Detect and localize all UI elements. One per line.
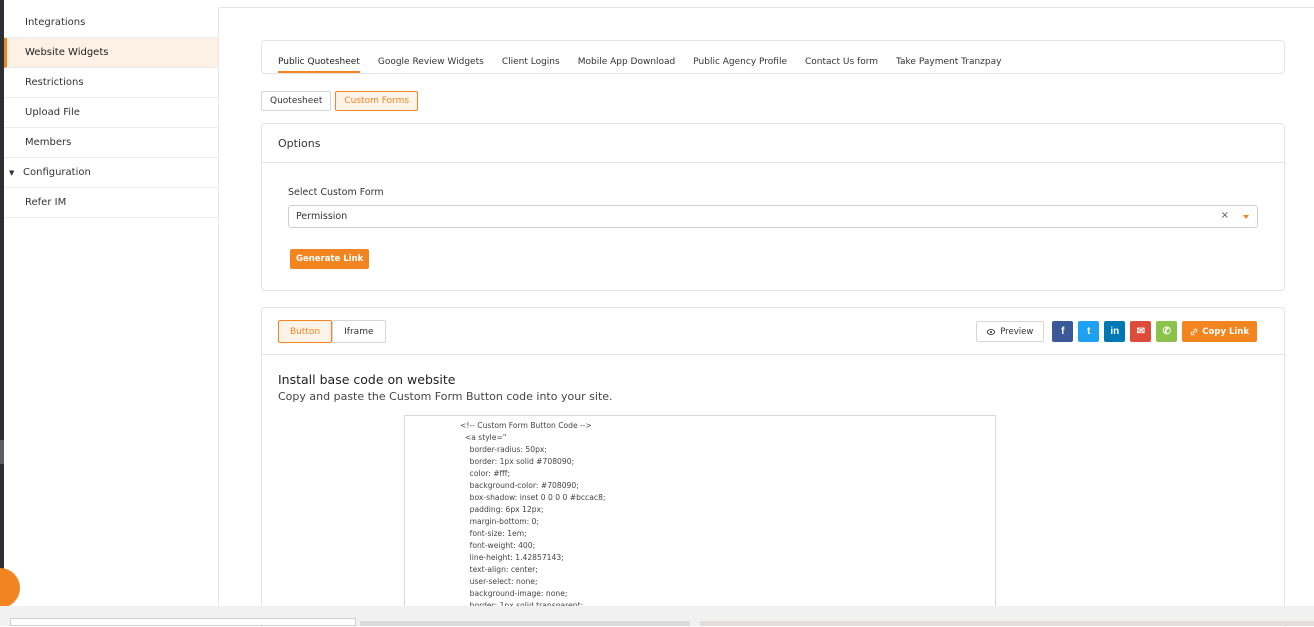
preview-button[interactable]: Preview xyxy=(976,321,1045,342)
share-toolbar: Preview f t in ✉ ✆ Copy Link xyxy=(976,321,1257,342)
sidebar-item-members[interactable]: Members xyxy=(4,128,218,158)
generate-link-button[interactable]: Generate Link xyxy=(290,249,370,269)
sidebar-item-label: Configuration xyxy=(23,167,91,178)
copy-link-label: Copy Link xyxy=(1202,326,1249,337)
twitter-share-icon[interactable]: t xyxy=(1078,321,1100,342)
tab-contact-us-form[interactable]: Contact Us form xyxy=(805,57,878,73)
tab-mobile-app-download[interactable]: Mobile App Download xyxy=(578,57,676,73)
sidebar-item-refer-im[interactable]: Refer IM xyxy=(4,188,218,218)
sidebar-item-upload-file[interactable]: Upload File xyxy=(4,98,218,128)
subtabs: Quotesheet Custom Forms xyxy=(261,91,419,111)
sidebar-item-label: Upload File xyxy=(25,107,80,118)
code-line: box-shadow: inset 0 0 0 0 #bccac8; xyxy=(460,493,606,502)
link-icon xyxy=(1190,328,1198,335)
tab-public-quotesheet[interactable]: Public Quotesheet xyxy=(278,57,360,73)
copy-link-button[interactable]: Copy Link xyxy=(1182,321,1257,342)
install-subtitle: Copy and paste the Custom Form Button co… xyxy=(278,390,613,403)
sidebar-item-label: Website Widgets xyxy=(25,47,109,58)
sidebar: Integrations Website Widgets Restriction… xyxy=(4,8,219,606)
code-line: background-color: #708090; xyxy=(460,481,579,490)
select-custom-form-label: Select Custom Form xyxy=(288,187,384,198)
install-card-header: Button Iframe Preview f t in ✉ ✆ Copy Li… xyxy=(262,308,1284,355)
code-line: font-weight: 400; xyxy=(460,541,536,550)
code-snippet: <!-- Custom Form Button Code --> <a styl… xyxy=(460,420,605,612)
code-line: line-height: 1.42857143; xyxy=(460,553,564,562)
sidebar-item-restrictions[interactable]: Restrictions xyxy=(4,68,218,98)
clear-icon[interactable]: × xyxy=(1221,210,1229,221)
whatsapp-share-icon[interactable]: ✆ xyxy=(1156,321,1178,342)
bottom-bar-segment xyxy=(700,621,1314,626)
facebook-share-icon[interactable]: f xyxy=(1052,321,1074,342)
bottom-bar-input[interactable] xyxy=(10,618,356,626)
code-line: font-size: 1em; xyxy=(460,529,527,538)
code-line: background-image: none; xyxy=(460,589,568,598)
code-line: text-align: center; xyxy=(460,565,538,574)
sidebar-item-label: Refer IM xyxy=(25,197,67,208)
widget-tabs: Public Quotesheet Google Review Widgets … xyxy=(278,57,1001,73)
code-line: <!-- Custom Form Button Code --> xyxy=(460,421,592,430)
tab-client-logins[interactable]: Client Logins xyxy=(502,57,560,73)
code-line: <a style=" xyxy=(460,433,507,442)
tab-take-payment-tranzpay[interactable]: Take Payment Tranzpay xyxy=(896,57,1001,73)
options-title: Options xyxy=(262,124,1284,163)
sidebar-item-integrations[interactable]: Integrations xyxy=(4,8,218,38)
sidebar-item-configuration[interactable]: ▼ Configuration xyxy=(4,158,218,188)
custom-form-select[interactable]: Permission × xyxy=(288,205,1258,228)
options-card: Options Select Custom Form Permission × … xyxy=(261,123,1285,291)
bottom-bar-segment xyxy=(360,621,690,626)
sidebar-item-website-widgets[interactable]: Website Widgets xyxy=(4,38,218,68)
code-line: color: #fff; xyxy=(460,469,511,478)
code-line: margin-bottom: 0; xyxy=(460,517,540,526)
linkedin-share-icon[interactable]: in xyxy=(1104,321,1126,342)
code-line: border-radius: 50px; xyxy=(460,445,547,454)
top-divider xyxy=(219,7,1314,8)
install-card: Button Iframe Preview f t in ✉ ✆ Copy Li… xyxy=(261,307,1285,627)
sidebar-item-label: Integrations xyxy=(25,17,86,28)
install-title: Install base code on website xyxy=(278,372,456,387)
dropdown-arrow-icon[interactable] xyxy=(1243,215,1249,219)
caret-down-icon: ▼ xyxy=(9,168,15,177)
code-line: user-select: none; xyxy=(460,577,538,586)
code-line: padding: 6px 12px; xyxy=(460,505,544,514)
tab-google-review-widgets[interactable]: Google Review Widgets xyxy=(378,57,484,73)
tab-button[interactable]: Button xyxy=(278,320,333,343)
sidebar-item-label: Restrictions xyxy=(25,77,84,88)
email-share-icon[interactable]: ✉ xyxy=(1130,321,1152,342)
select-value: Permission xyxy=(296,211,348,222)
widget-tabs-card: Public Quotesheet Google Review Widgets … xyxy=(261,40,1285,74)
preview-label: Preview xyxy=(1000,326,1034,337)
tab-iframe[interactable]: Iframe xyxy=(332,320,386,343)
tab-public-agency-profile[interactable]: Public Agency Profile xyxy=(693,57,787,73)
subtab-quotesheet[interactable]: Quotesheet xyxy=(261,91,332,111)
subtab-custom-forms[interactable]: Custom Forms xyxy=(335,91,419,111)
code-box[interactable]: <!-- Custom Form Button Code --> <a styl… xyxy=(404,415,996,615)
embed-type-tabs: Button Iframe xyxy=(278,320,386,343)
sidebar-item-label: Members xyxy=(25,137,72,148)
code-line: border: 1px solid #708090; xyxy=(460,457,575,466)
eye-icon xyxy=(987,328,996,335)
